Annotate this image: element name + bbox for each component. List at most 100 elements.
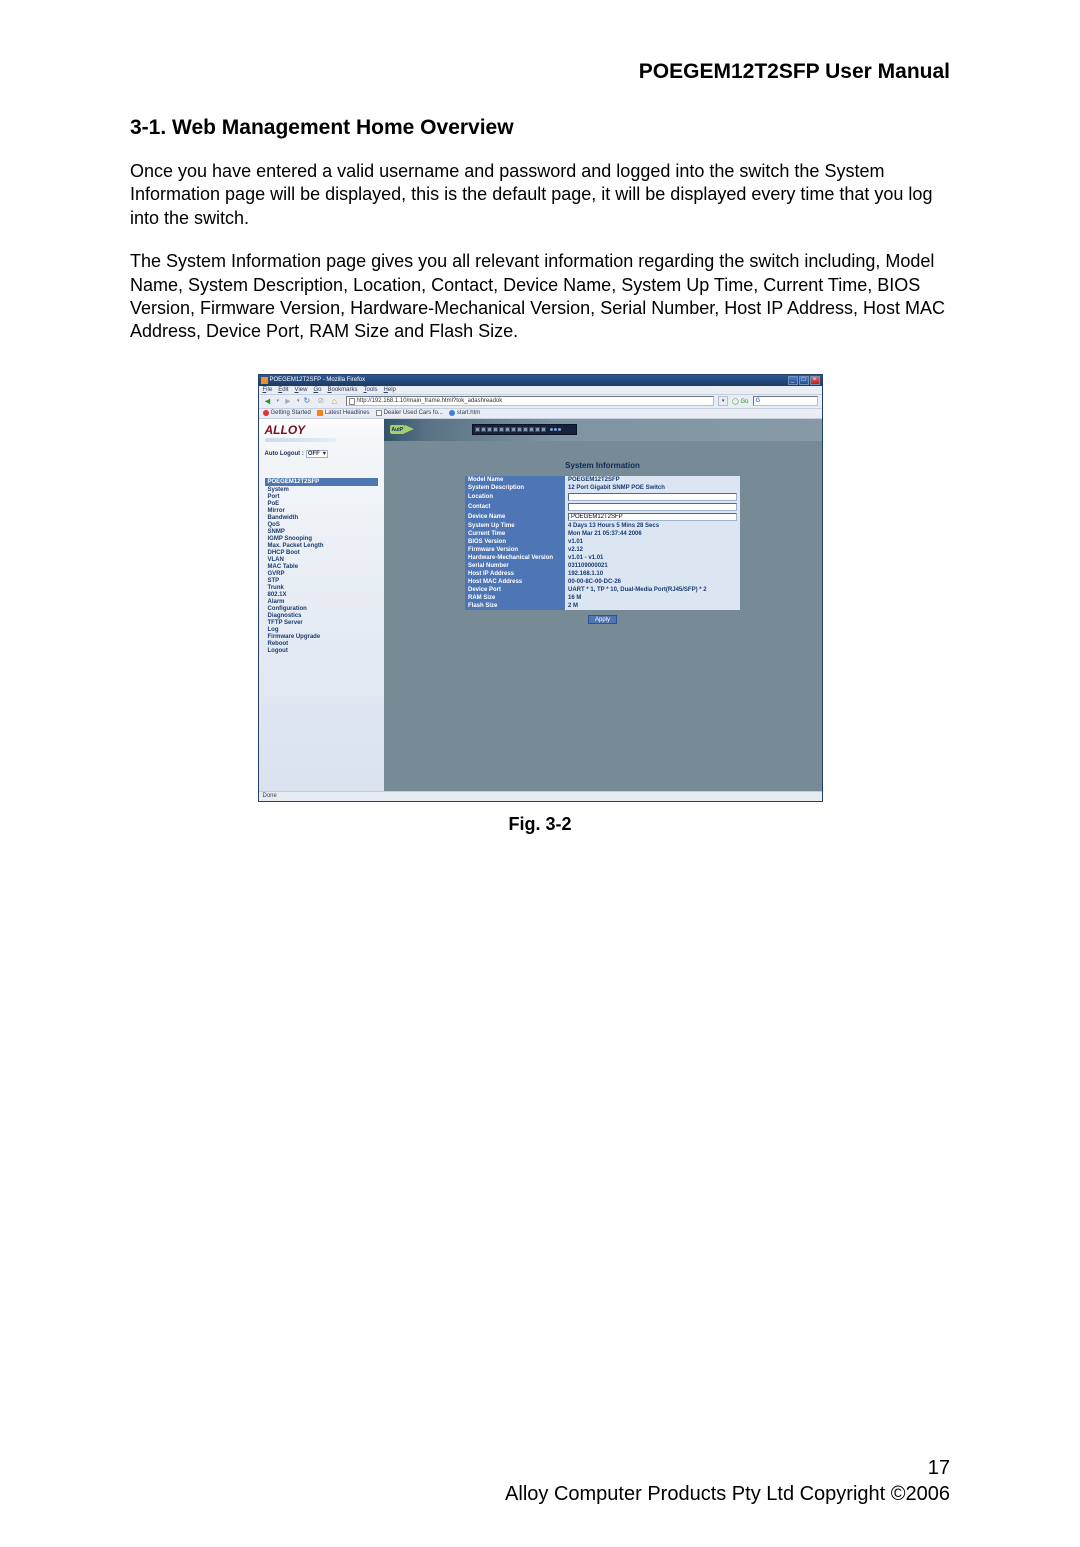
- bookmark-dealer-used[interactable]: Dealer Used Cars fo...: [376, 410, 443, 416]
- browser-window: POEGEM12T2SFP - Mozilla Firefox _ □ × Fi…: [258, 374, 823, 802]
- info-label: Device Port: [465, 586, 565, 594]
- menu-tools[interactable]: Tools: [364, 387, 378, 393]
- sidebar-item-tftp-server[interactable]: TFTP Server: [265, 620, 378, 627]
- info-label: Flash Size: [465, 602, 565, 610]
- stop-icon[interactable]: [318, 396, 328, 406]
- sidebar-item-mirror[interactable]: Mirror: [265, 508, 378, 515]
- sidebar-item-diagnostics[interactable]: Diagnostics: [265, 613, 378, 620]
- port-icon: [487, 427, 492, 432]
- main-pane: AutP: [384, 419, 822, 791]
- info-input[interactable]: [568, 503, 737, 511]
- sidebar-item-mac-table[interactable]: MAC Table: [265, 564, 378, 571]
- sidebar-item-log[interactable]: Log: [265, 627, 378, 634]
- paragraph-2: The System Information page gives you al…: [130, 250, 950, 344]
- sidebar-item-poe[interactable]: PoE: [265, 501, 378, 508]
- sidebar-item-802-1x[interactable]: 802.1X: [265, 592, 378, 599]
- info-label: System Up Time: [465, 522, 565, 530]
- menu-go[interactable]: Go: [313, 387, 321, 393]
- auto-logout-select[interactable]: OFF ▾: [306, 450, 328, 458]
- copyright: Alloy Computer Products Pty Ltd Copyrigh…: [130, 1481, 950, 1507]
- menu-file[interactable]: File: [263, 387, 273, 393]
- page-icon: [376, 410, 382, 416]
- maximize-button[interactable]: □: [799, 376, 809, 385]
- close-button[interactable]: ×: [810, 376, 820, 385]
- figure-caption: Fig. 3-2: [508, 814, 571, 835]
- sidebar-item-firmware-upgrade[interactable]: Firmware Upgrade: [265, 634, 378, 641]
- info-value: 4 Days 13 Hours 5 Mins 28 Secs: [565, 522, 740, 530]
- info-label: Contact: [465, 502, 565, 512]
- rss-icon: [317, 410, 323, 416]
- window-title: POEGEM12T2SFP - Mozilla Firefox: [270, 377, 366, 383]
- port-icon: [475, 427, 480, 432]
- sidebar-item-vlan[interactable]: VLAN: [265, 557, 378, 564]
- info-label: RAM Size: [465, 594, 565, 602]
- port-icon: [541, 427, 546, 432]
- url-dropdown[interactable]: ▾: [718, 396, 728, 406]
- browser-statusbar: Done: [259, 791, 822, 801]
- sidebar-item-logout[interactable]: Logout: [265, 648, 378, 655]
- info-value: v1.01: [565, 538, 740, 546]
- sidebar-item-stp[interactable]: STP: [265, 578, 378, 585]
- page-icon: [349, 398, 355, 405]
- sidebar-item-alarm[interactable]: Alarm: [265, 599, 378, 606]
- menu-edit[interactable]: Edit: [278, 387, 288, 393]
- led-icon: [558, 428, 561, 431]
- page-number: 17: [130, 1455, 950, 1481]
- auto-logout-label: Auto Logout :: [265, 451, 304, 457]
- status-text: Done: [263, 793, 277, 799]
- bookmark-latest-headlines[interactable]: Latest Headlines: [317, 410, 370, 416]
- info-value: 00-00-8C-00-DC-26: [565, 578, 740, 586]
- globe-icon: [449, 410, 455, 416]
- info-value: [565, 502, 740, 512]
- menu-bookmarks[interactable]: Bookmarks: [327, 387, 357, 393]
- info-value: [565, 492, 740, 502]
- sidebar-item-trunk[interactable]: Trunk: [265, 585, 378, 592]
- info-input[interactable]: [568, 513, 737, 521]
- sidebar-item-snmp[interactable]: SNMP: [265, 529, 378, 536]
- sidebar-item-max-packet-length[interactable]: Max. Packet Length: [265, 543, 378, 550]
- google-icon: G: [756, 398, 763, 405]
- logo-underline: [265, 438, 337, 442]
- search-bar[interactable]: G: [753, 396, 818, 406]
- info-value: [565, 512, 740, 522]
- bookmark-start[interactable]: start.htm: [449, 410, 480, 416]
- sidebar-item-gvrp[interactable]: GVRP: [265, 571, 378, 578]
- sidebar-item-system[interactable]: System: [265, 487, 378, 494]
- firefox-icon: [261, 377, 268, 384]
- section-title: 3-1. Web Management Home Overview: [130, 116, 950, 140]
- sidebar-item-qos[interactable]: QoS: [265, 522, 378, 529]
- nav-tree: SystemPortPoEMirrorBandwidthQoSSNMPIGMP …: [265, 487, 378, 655]
- header-strip: AutP: [384, 419, 822, 441]
- url-bar[interactable]: http://192.168.1.10/main_frame.html?tok_…: [346, 396, 715, 406]
- bookmark-getting-started[interactable]: Getting Started: [263, 410, 311, 416]
- bookmark-icon: [263, 410, 269, 416]
- sidebar-item-bandwidth[interactable]: Bandwidth: [265, 515, 378, 522]
- minimize-button[interactable]: _: [788, 376, 798, 385]
- bookmark-bar: Getting Started Latest Headlines Dealer …: [259, 409, 822, 419]
- forward-button[interactable]: ►: [283, 396, 293, 406]
- port-icon: [523, 427, 528, 432]
- app-area: ALLOY Auto Logout : OFF ▾ POEGEM12T2SFP …: [259, 419, 822, 791]
- sidebar-item-configuration[interactable]: Configuration: [265, 606, 378, 613]
- sidebar-item-port[interactable]: Port: [265, 494, 378, 501]
- auto-logout-row: Auto Logout : OFF ▾: [265, 450, 378, 458]
- menu-view[interactable]: View: [295, 387, 308, 393]
- apply-button[interactable]: Apply: [588, 615, 617, 624]
- info-value: 192.168.1.10: [565, 570, 740, 578]
- paragraph-1: Once you have entered a valid username a…: [130, 160, 950, 230]
- brand-badge: AutP: [390, 425, 406, 434]
- sidebar-item-reboot[interactable]: Reboot: [265, 641, 378, 648]
- menu-help[interactable]: Help: [384, 387, 396, 393]
- info-value: 031109000021: [565, 562, 740, 570]
- reload-icon[interactable]: [304, 396, 314, 406]
- back-button[interactable]: ◄: [263, 396, 273, 406]
- info-value: v1.01 - v1.01: [565, 554, 740, 562]
- info-input[interactable]: [568, 493, 737, 501]
- sidebar-item-igmp-snooping[interactable]: IGMP Snooping: [265, 536, 378, 543]
- page-header-title: POEGEM12T2SFP User Manual: [130, 60, 950, 84]
- info-label: Firmware Version: [465, 546, 565, 554]
- go-button[interactable]: ◯ Go: [732, 398, 748, 405]
- info-label: Host IP Address: [465, 570, 565, 578]
- sidebar-item-dhcp-boot[interactable]: DHCP Boot: [265, 550, 378, 557]
- home-icon[interactable]: [332, 396, 342, 406]
